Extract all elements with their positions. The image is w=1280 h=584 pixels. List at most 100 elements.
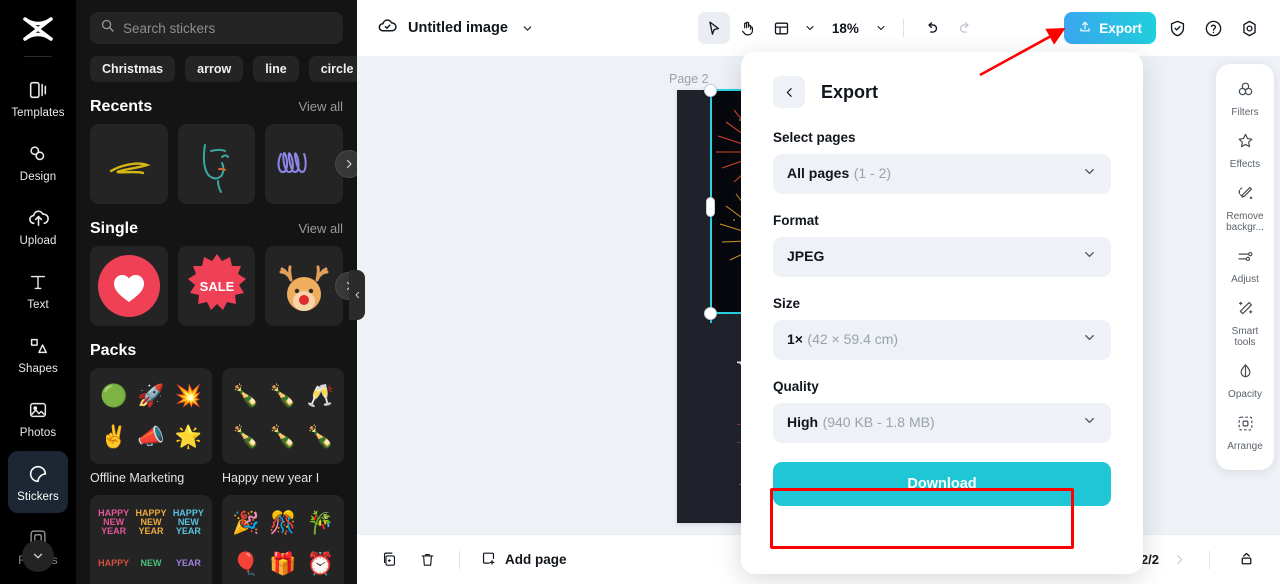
zoom-chevron-down-icon[interactable] <box>871 14 891 42</box>
chevron-down-icon <box>1082 247 1097 267</box>
pack-glyph: 🎈 <box>231 550 260 576</box>
sidebar-item-stickers[interactable]: Stickers <box>8 451 68 513</box>
chip-arrow[interactable]: arrow <box>185 56 244 82</box>
sidebar-item-upload[interactable]: Upload <box>8 195 68 257</box>
section-header-single: Single View all <box>76 204 357 246</box>
smart-tools-wand-icon <box>1236 299 1255 323</box>
back-button[interactable] <box>773 76 805 108</box>
shapes-icon <box>26 334 50 358</box>
view-all-single-link[interactable]: View all <box>298 221 343 236</box>
tool-arrange[interactable]: Arrange <box>1218 408 1272 458</box>
settings-gear-icon[interactable] <box>1234 13 1264 43</box>
pack-glyph: 🍾 <box>231 382 260 408</box>
pack-glyph: 🎁 <box>269 550 297 576</box>
toolbar-right-group: Export <box>1064 12 1280 44</box>
sticker-purple-loops[interactable] <box>265 124 344 204</box>
tool-effects[interactable]: Effects <box>1218 126 1272 176</box>
search-suggestion-chips: Christmas arrow line circle <box>76 44 357 82</box>
chip-line[interactable]: line <box>253 56 299 82</box>
selection-handle-bottom-left[interactable] <box>704 307 717 320</box>
help-circle-icon[interactable] <box>1198 13 1228 43</box>
tool-filters[interactable]: Filters <box>1218 74 1272 124</box>
select-pages-value: All pages <box>787 165 850 181</box>
layout-icon[interactable] <box>766 12 798 44</box>
export-button[interactable]: Export <box>1064 12 1156 44</box>
pack-glyph: 📣 <box>137 423 165 449</box>
sidebar-item-templates[interactable]: Templates <box>8 67 68 129</box>
trash-icon[interactable] <box>411 544 443 576</box>
pack-party-items[interactable]: 🎉 🎊 🎋 🎈 🎁 ⏰ <box>222 495 344 584</box>
recents-next-arrow-button[interactable] <box>335 150 357 178</box>
sticker-red-heart[interactable] <box>90 246 168 326</box>
export-button-label: Export <box>1099 20 1142 36</box>
select-pages-label: Select pages <box>773 130 856 145</box>
shield-check-icon[interactable] <box>1162 13 1192 43</box>
format-dropdown[interactable]: JPEG <box>773 237 1111 277</box>
size-dropdown[interactable]: 1× (42 × 59.4 cm) <box>773 320 1111 360</box>
sticker-sale-burst[interactable]: SALE <box>177 246 256 326</box>
quality-dropdown[interactable]: High (940 KB - 1.8 MB) <box>773 403 1111 443</box>
sticker-yellow-scribble[interactable] <box>90 124 168 204</box>
search-box[interactable] <box>90 12 343 44</box>
duplicate-page-icon[interactable] <box>373 544 405 576</box>
download-button[interactable]: Download <box>773 462 1111 506</box>
size-subvalue: (42 × 59.4 cm) <box>807 331 899 347</box>
quality-value: High <box>787 414 819 430</box>
capcut-logo-icon[interactable] <box>18 12 58 46</box>
pack-happy-new-year-1[interactable]: 🍾 🍾 🥂 🍾 🍾 🍾 Happy new year I <box>222 368 344 485</box>
search-input[interactable] <box>123 20 333 36</box>
pack-glyph: 🎉 <box>231 509 260 535</box>
sidebar-item-label: Shapes <box>18 362 58 375</box>
tool-opacity[interactable]: Opacity <box>1218 356 1272 406</box>
tool-remove-background[interactable]: Remove backgr... <box>1218 178 1272 239</box>
sticker-line-face[interactable] <box>177 124 256 204</box>
sidebar-item-text[interactable]: Text <box>8 259 68 321</box>
redo-icon[interactable] <box>950 12 982 44</box>
adjust-sliders-icon <box>1236 247 1255 271</box>
select-pages-dropdown[interactable]: All pages (1 - 2) <box>773 154 1111 194</box>
tool-smart-tools[interactable]: Smart tools <box>1218 293 1272 354</box>
zoom-level-value[interactable]: 18% <box>832 21 859 36</box>
view-all-recents-link[interactable]: View all <box>298 99 343 114</box>
export-popover-header: Export <box>773 76 1111 108</box>
layout-chevron-down-icon[interactable] <box>800 14 820 42</box>
next-page-chevron-right-icon[interactable] <box>1169 546 1189 574</box>
sticker-reindeer[interactable] <box>265 246 344 326</box>
selection-handle-top-left[interactable] <box>704 84 717 97</box>
rail-show-more-button[interactable] <box>22 540 54 572</box>
sidebar-item-label: Text <box>27 298 49 311</box>
filters-icon <box>1236 80 1255 104</box>
top-toolbar: Untitled image 18% Export <box>357 0 1280 56</box>
cloud-check-icon[interactable] <box>377 15 398 41</box>
chip-circle[interactable]: circle <box>308 56 357 82</box>
selection-handle-middle-left[interactable] <box>706 197 715 217</box>
single-row: SALE <box>76 246 357 326</box>
tool-label: Filters <box>1231 107 1259 118</box>
opacity-drop-icon <box>1236 362 1255 386</box>
chevron-down-icon[interactable] <box>518 14 538 42</box>
pack-happy-new-year-text[interactable]: HAPPY NEW YEAR HAPPY NEW YEAR HAPPY NEW … <box>90 495 212 584</box>
document-title[interactable]: Untitled image <box>408 20 508 36</box>
tool-adjust[interactable]: Adjust <box>1218 241 1272 291</box>
sidebar-item-design[interactable]: Design <box>8 131 68 193</box>
sidebar-item-label: Photos <box>19 426 57 439</box>
undo-icon[interactable] <box>916 12 948 44</box>
effects-star-icon <box>1236 132 1255 156</box>
chip-christmas[interactable]: Christmas <box>90 56 176 82</box>
collapse-panel-handle[interactable] <box>349 270 365 320</box>
toolbar-left-group: Untitled image <box>357 14 538 42</box>
sidebar-item-label: Stickers <box>17 490 59 503</box>
pack-name: Happy new year I <box>222 471 320 485</box>
add-page-button[interactable]: Add page <box>476 550 567 570</box>
pack-offline-marketing[interactable]: 🟢 🚀 💥 ✌️ 📣 🌟 Offline Marketing <box>90 368 212 485</box>
packs-row-1: 🟢 🚀 💥 ✌️ 📣 🌟 Offline Marketing 🍾 🍾 🥂 🍾 🍾 <box>76 368 357 485</box>
cursor-select-icon[interactable] <box>697 12 730 44</box>
pack-glyph: 🍾 <box>231 423 260 449</box>
search-area <box>76 0 357 44</box>
arrange-icon <box>1236 414 1255 438</box>
sidebar-item-shapes[interactable]: Shapes <box>8 323 68 385</box>
hand-pan-icon[interactable] <box>732 12 764 44</box>
collapse-pages-icon[interactable] <box>1230 544 1262 576</box>
sidebar-item-photos[interactable]: Photos <box>8 387 68 449</box>
design-icon <box>26 142 50 166</box>
